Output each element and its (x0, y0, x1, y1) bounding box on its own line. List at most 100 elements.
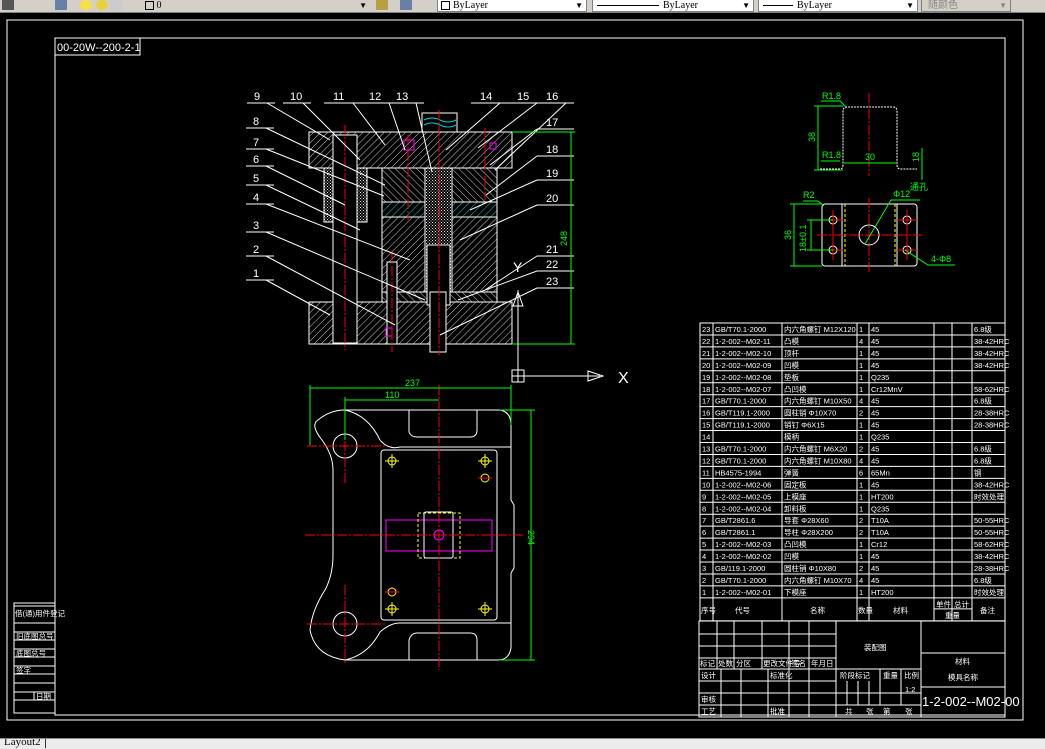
table-cell: 14 (702, 433, 710, 442)
table-cell: 45 (871, 421, 879, 430)
lineweight-dropdown[interactable]: ByLayer ▼ (758, 0, 918, 12)
part-number-label: 22 (546, 259, 558, 271)
table-cell: 38-42HRC (974, 337, 1010, 346)
table-cell: 28-38HRC (974, 421, 1010, 430)
table-cell: 1 (859, 349, 863, 358)
table-cell: 顶杆 (784, 348, 799, 358)
drawing-svg[interactable]: 00-20W--200-2-1 借(通)用件登记 旧底图总号 底图总号 签字 日… (0, 13, 1045, 738)
table-cell: 65Mn (871, 468, 890, 477)
table-cell: 58-62HRC (974, 540, 1010, 549)
table-cell: 38-42HRC (974, 349, 1010, 358)
table-cell: 2 (859, 409, 863, 418)
table-row: 1 1-2-002--M02-01 下模座 1 HT200 时效处理 (702, 587, 1004, 597)
part-number-label: 9 (254, 91, 260, 103)
table-row: 23 GB/T70.1-2000 内六角螺钉 M12X120 1 45 6.8级 (702, 324, 992, 334)
table-cell: Q235 (871, 433, 889, 442)
table-cell: 凸模 (784, 336, 799, 346)
table-cell: 圆柱销 Φ10X80 (784, 563, 836, 573)
layer-state-icon[interactable] (55, 0, 67, 10)
row-label-approve: 批准 (770, 706, 785, 716)
color-value: ByLayer (453, 0, 488, 11)
part-number-label: 2 (253, 244, 259, 256)
color-dropdown[interactable]: ByLayer ▼ (437, 0, 587, 12)
table-cell: GB/T2861.1 (715, 528, 755, 537)
table-cell: 弹簧 (784, 467, 799, 477)
table-cell: 1 (859, 433, 863, 442)
table-cell: 13 (702, 445, 710, 454)
rev-header: 分区 (736, 659, 751, 668)
table-cell: 固定板 (784, 479, 807, 489)
table-cell: 6.8级 (974, 444, 992, 454)
table-cell: HT200 (871, 588, 894, 597)
table-cell: 28-38HRC (974, 564, 1010, 573)
table-cell: 1-2-002--M02-07 (715, 385, 771, 394)
table-cell: 1-2-002--M02-10 (715, 349, 771, 358)
table-cell: 45 (871, 409, 879, 418)
part-number-label: 1 (253, 268, 259, 280)
table-cell: 1-2-002--M02-03 (715, 540, 771, 549)
stage-header: 比例 (904, 670, 919, 680)
part-number-label: 12 (369, 91, 381, 103)
tab-layout2[interactable]: Layout2 (0, 739, 46, 748)
part-number-label: 10 (290, 91, 302, 103)
table-cell: 11 (702, 468, 710, 477)
part-number-label: 7 (253, 137, 259, 149)
part-number-label: 20 (546, 193, 558, 205)
left-strip-label: 日期 (36, 692, 51, 701)
table-cell: 凸凹模 (784, 539, 807, 549)
lightbulb-icon[interactable] (80, 0, 92, 10)
part-number-label: 17 (546, 117, 558, 129)
sun-icon[interactable] (96, 0, 108, 10)
table-header: 序号 (701, 605, 716, 615)
table-cell: 6 (859, 468, 863, 477)
part-number-label: 16 (546, 91, 558, 103)
table-cell: 1-2-002--M02-01 (715, 588, 771, 597)
table-cell: 1-2-002--M02-04 (715, 504, 771, 513)
table-cell: Q235 (871, 373, 889, 382)
table-header: 材料 (893, 605, 908, 615)
table-cell: GB/T70.1-2000 (715, 456, 766, 465)
table-cell: 17 (702, 397, 710, 406)
drawing-canvas[interactable]: 00-20W--200-2-1 借(通)用件登记 旧底图总号 底图总号 签字 日… (0, 13, 1045, 738)
table-row: 8 1-2-002--M02-04 卸料板 1 Q235 (702, 503, 889, 513)
height-dimension: 248 (512, 131, 575, 345)
properties-toolbar: 0 ▼ ByLayer ▼ ByLayer ▼ ByLayer ▼ 随颜色 ▼ (0, 0, 1045, 13)
lock-icon[interactable] (110, 0, 122, 10)
drawing-name: 模具名称 (948, 672, 978, 682)
table-cell: 18 (702, 385, 710, 394)
layer-value: 0 (156, 0, 162, 11)
linetype-value: ByLayer (663, 0, 698, 11)
dim-38: 38 (807, 132, 817, 142)
table-cell: 1 (859, 540, 863, 549)
drawing-number: 1-2-002--M02-00 (922, 694, 1020, 709)
layer-match-icon[interactable] (400, 0, 412, 10)
table-cell: 6 (702, 528, 706, 537)
table-cell: GB/T70.1-2000 (715, 397, 766, 406)
layer-previous-icon[interactable] (376, 0, 388, 10)
sheet-text: 第 (883, 706, 891, 716)
table-cell: GB/119.1-2000 (715, 564, 765, 573)
linetype-dropdown[interactable]: ByLayer ▼ (592, 0, 754, 12)
color-swatch-icon (441, 1, 450, 11)
table-cell: GB/T2861.6 (715, 516, 755, 525)
table-cell: 45 (871, 337, 879, 346)
table-cell: 50-55HRC (974, 528, 1010, 537)
layer-manager-icon[interactable] (2, 0, 14, 10)
table-cell: 1 (859, 588, 863, 597)
table-cell: 1 (859, 385, 863, 394)
table-cell: 8 (702, 504, 706, 513)
table-row: 21 1-2-002--M02-10 顶杆 1 45 38-42HRC (702, 348, 1010, 358)
table-row: 4 1-2-002--M02-02 凹模 1 45 38-42HRC (702, 551, 1010, 561)
dim-36: 36 (783, 230, 793, 240)
table-cell: 1 (859, 552, 863, 561)
table-cell: 38-42HRC (974, 480, 1010, 489)
chevron-down-icon: ▼ (575, 1, 583, 10)
left-strip-label: 签字 (16, 665, 31, 675)
part-number-label: 14 (480, 91, 492, 103)
layer-dropdown[interactable]: 0 ▼ (125, 0, 370, 11)
dim-237: 237 (405, 378, 420, 388)
table-cell: 1-2-002--M02-09 (715, 361, 771, 370)
table-cell: 1-2-002--M02-11 (715, 337, 771, 346)
dim-294: 294 (526, 530, 536, 545)
dim-18: 18 (911, 152, 921, 162)
